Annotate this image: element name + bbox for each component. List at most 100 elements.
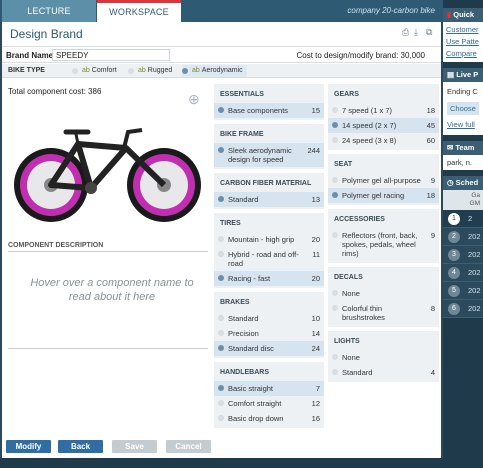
option-gears-24[interactable]: 24 speed (3 x 8) 60 xyxy=(328,133,439,148)
schedule-row[interactable]: 6 202 xyxy=(443,300,483,318)
option-cost: 45 xyxy=(426,121,435,130)
save-button[interactable]: Save xyxy=(112,440,157,453)
schedule-row[interactable]: 5 202 xyxy=(443,282,483,300)
bike-icon: ab xyxy=(82,67,90,74)
option-carbon-standard[interactable]: Standard 13 xyxy=(214,192,324,207)
zoom-icon[interactable]: ⊕ xyxy=(188,90,206,108)
bike-type-comfort[interactable]: ab Comfort xyxy=(72,65,117,77)
live-panel-body: Ending C Choose View full xyxy=(443,82,483,135)
radio-icon xyxy=(218,400,224,406)
option-cost: 24 xyxy=(311,344,320,353)
round-date: 202 xyxy=(468,304,481,313)
option-handlebars-basic-straight[interactable]: Basic straight 7 xyxy=(214,381,324,396)
quick-link-use-patterns[interactable]: Use Patte xyxy=(446,36,480,48)
option-decals-brushstrokes[interactable]: Colorful thin brushstrokes 8 xyxy=(328,301,439,325)
option-label: Mountain - high grip xyxy=(228,235,295,244)
bike-type-rugged[interactable]: ab Rugged xyxy=(128,65,172,77)
group-seat: SEAT Polymer gel all-purpose 9 Polymer ge… xyxy=(328,154,439,205)
option-sleek-frame[interactable]: Sleek aerodynamic design for speed 244 xyxy=(214,143,324,167)
choose-button[interactable]: Choose xyxy=(447,102,479,115)
option-brakes-disc[interactable]: Standard disc 24 xyxy=(214,341,324,356)
quick-links-header[interactable]: ▮ Quick xyxy=(443,8,483,22)
option-gears-14[interactable]: 14 speed (2 x 7) 45 xyxy=(328,118,439,133)
bottom-strip xyxy=(0,458,483,468)
print-icon[interactable]: ⎙ xyxy=(402,28,411,37)
radio-icon xyxy=(332,369,338,375)
popout-icon[interactable]: ⧉ xyxy=(426,28,435,37)
bike-type-label-aerodynamic: Aerodynamic xyxy=(201,67,243,74)
radio-icon xyxy=(218,385,224,391)
back-button[interactable]: Back xyxy=(58,440,103,453)
quick-link-compare[interactable]: Compare xyxy=(446,48,480,60)
group-lights: LIGHTS None Standard 4 xyxy=(328,331,439,382)
download-icon[interactable]: ⤓ xyxy=(414,28,423,37)
quick-links-title: Quick xyxy=(453,10,475,19)
option-handlebars-comfort-straight[interactable]: Comfort straight 12 xyxy=(214,396,324,411)
live-panel-title: Live P xyxy=(456,70,479,79)
bike-type-label-rugged: Rugged xyxy=(147,67,173,74)
design-brand-panel: Design Brand ⎙ ⤓ ⧉ Brand Name Cost to de… xyxy=(2,22,441,458)
option-accessories-reflectors[interactable]: Reflectors (front, back, spokes, pedals,… xyxy=(328,228,439,261)
option-seat-racing[interactable]: Polymer gel racing 18 xyxy=(328,188,439,203)
option-cost: 14 xyxy=(311,329,320,338)
bike-type-aerodynamic[interactable]: ab Aerodynamic xyxy=(182,65,247,77)
schedule-row[interactable]: 3 202 xyxy=(443,246,483,264)
option-label: Hybrid - road and off-road xyxy=(228,250,299,268)
option-label: Reflectors (front, back, spokes, pedals,… xyxy=(342,231,418,258)
option-label: Comfort straight xyxy=(228,399,282,408)
modify-button[interactable]: Modify xyxy=(6,440,51,453)
option-label: 7 speed (1 x 7) xyxy=(342,106,393,115)
option-cost: 7 xyxy=(315,384,320,393)
option-base-components[interactable]: Base components 15 xyxy=(214,103,324,118)
option-label: Colorful thin brushstrokes xyxy=(342,304,385,322)
option-cost: 18 xyxy=(426,191,435,200)
option-label: Standard xyxy=(228,195,259,204)
tab-lecture[interactable]: LECTURE xyxy=(2,0,96,22)
group-title-bike-frame: BIKE FRAME xyxy=(220,131,264,138)
tab-workspace[interactable]: WORKSPACE xyxy=(97,0,181,22)
option-brakes-standard[interactable]: Standard 10 xyxy=(214,311,324,326)
round-date: 202 xyxy=(468,268,481,277)
component-description-text: Hover over a component name to read abou… xyxy=(30,277,194,303)
group-brakes: BRAKES Standard 10 Precision 14 Standard d… xyxy=(214,292,324,358)
team-header[interactable]: ✉ Team xyxy=(443,141,483,155)
divider xyxy=(8,348,208,349)
option-tires-hybrid[interactable]: Hybrid - road and off-road 11 xyxy=(214,247,324,271)
view-full-link[interactable]: View full xyxy=(447,119,479,131)
group-gears: GEARS 7 speed (1 x 7) 18 14 speed (2 x 7)… xyxy=(328,84,439,150)
radio-icon xyxy=(218,415,224,421)
brand-name-input[interactable] xyxy=(52,49,170,61)
option-tires-mountain[interactable]: Mountain - high grip 20 xyxy=(214,232,324,247)
schedule-col-b: GM xyxy=(469,200,480,207)
schedule-row[interactable]: 4 202 xyxy=(443,264,483,282)
option-seat-all-purpose[interactable]: Polymer gel all-purpose 9 xyxy=(328,173,439,188)
radio-icon xyxy=(332,137,338,143)
option-tires-racing[interactable]: Racing - fast 20 xyxy=(214,271,324,286)
radio-icon xyxy=(332,192,338,198)
round-date: 202 xyxy=(468,286,481,295)
option-lights-standard[interactable]: Standard 4 xyxy=(328,365,439,380)
option-handlebars-drop-down[interactable]: Basic drop down 16 xyxy=(214,411,324,426)
group-decals: DECALS None Colorful thin brushstrokes 8 xyxy=(328,267,439,327)
group-essentials: ESSENTIALS Base components 15 xyxy=(214,84,324,120)
schedule-row[interactable]: 12 xyxy=(443,210,483,228)
radio-icon xyxy=(72,68,78,74)
option-label: Racing - fast xyxy=(228,274,271,283)
round-number: 4 xyxy=(448,267,460,279)
option-cost: 9 xyxy=(430,231,435,240)
option-lights-none[interactable]: None xyxy=(328,350,439,365)
bike-type-label-comfort: Comfort xyxy=(91,67,117,74)
schedule-row[interactable]: 2 202 xyxy=(443,228,483,246)
live-panel-header[interactable]: ▤ Live P xyxy=(443,68,483,82)
bike-type-bar: BIKE TYPE ab Comfort ab Rugged ab Aerodynam… xyxy=(2,64,441,78)
option-label: Standard xyxy=(342,368,373,377)
option-cost: 4 xyxy=(430,368,435,377)
cancel-button[interactable]: Cancel xyxy=(166,440,211,453)
team-body: park, n. xyxy=(443,155,483,170)
round-number: 1 xyxy=(448,213,460,225)
schedule-header[interactable]: ◷ Sched xyxy=(443,176,483,190)
option-decals-none[interactable]: None xyxy=(328,286,439,301)
option-brakes-precision[interactable]: Precision 14 xyxy=(214,326,324,341)
option-gears-7[interactable]: 7 speed (1 x 7) 18 xyxy=(328,103,439,118)
quick-link-customer[interactable]: Customer xyxy=(446,24,480,36)
